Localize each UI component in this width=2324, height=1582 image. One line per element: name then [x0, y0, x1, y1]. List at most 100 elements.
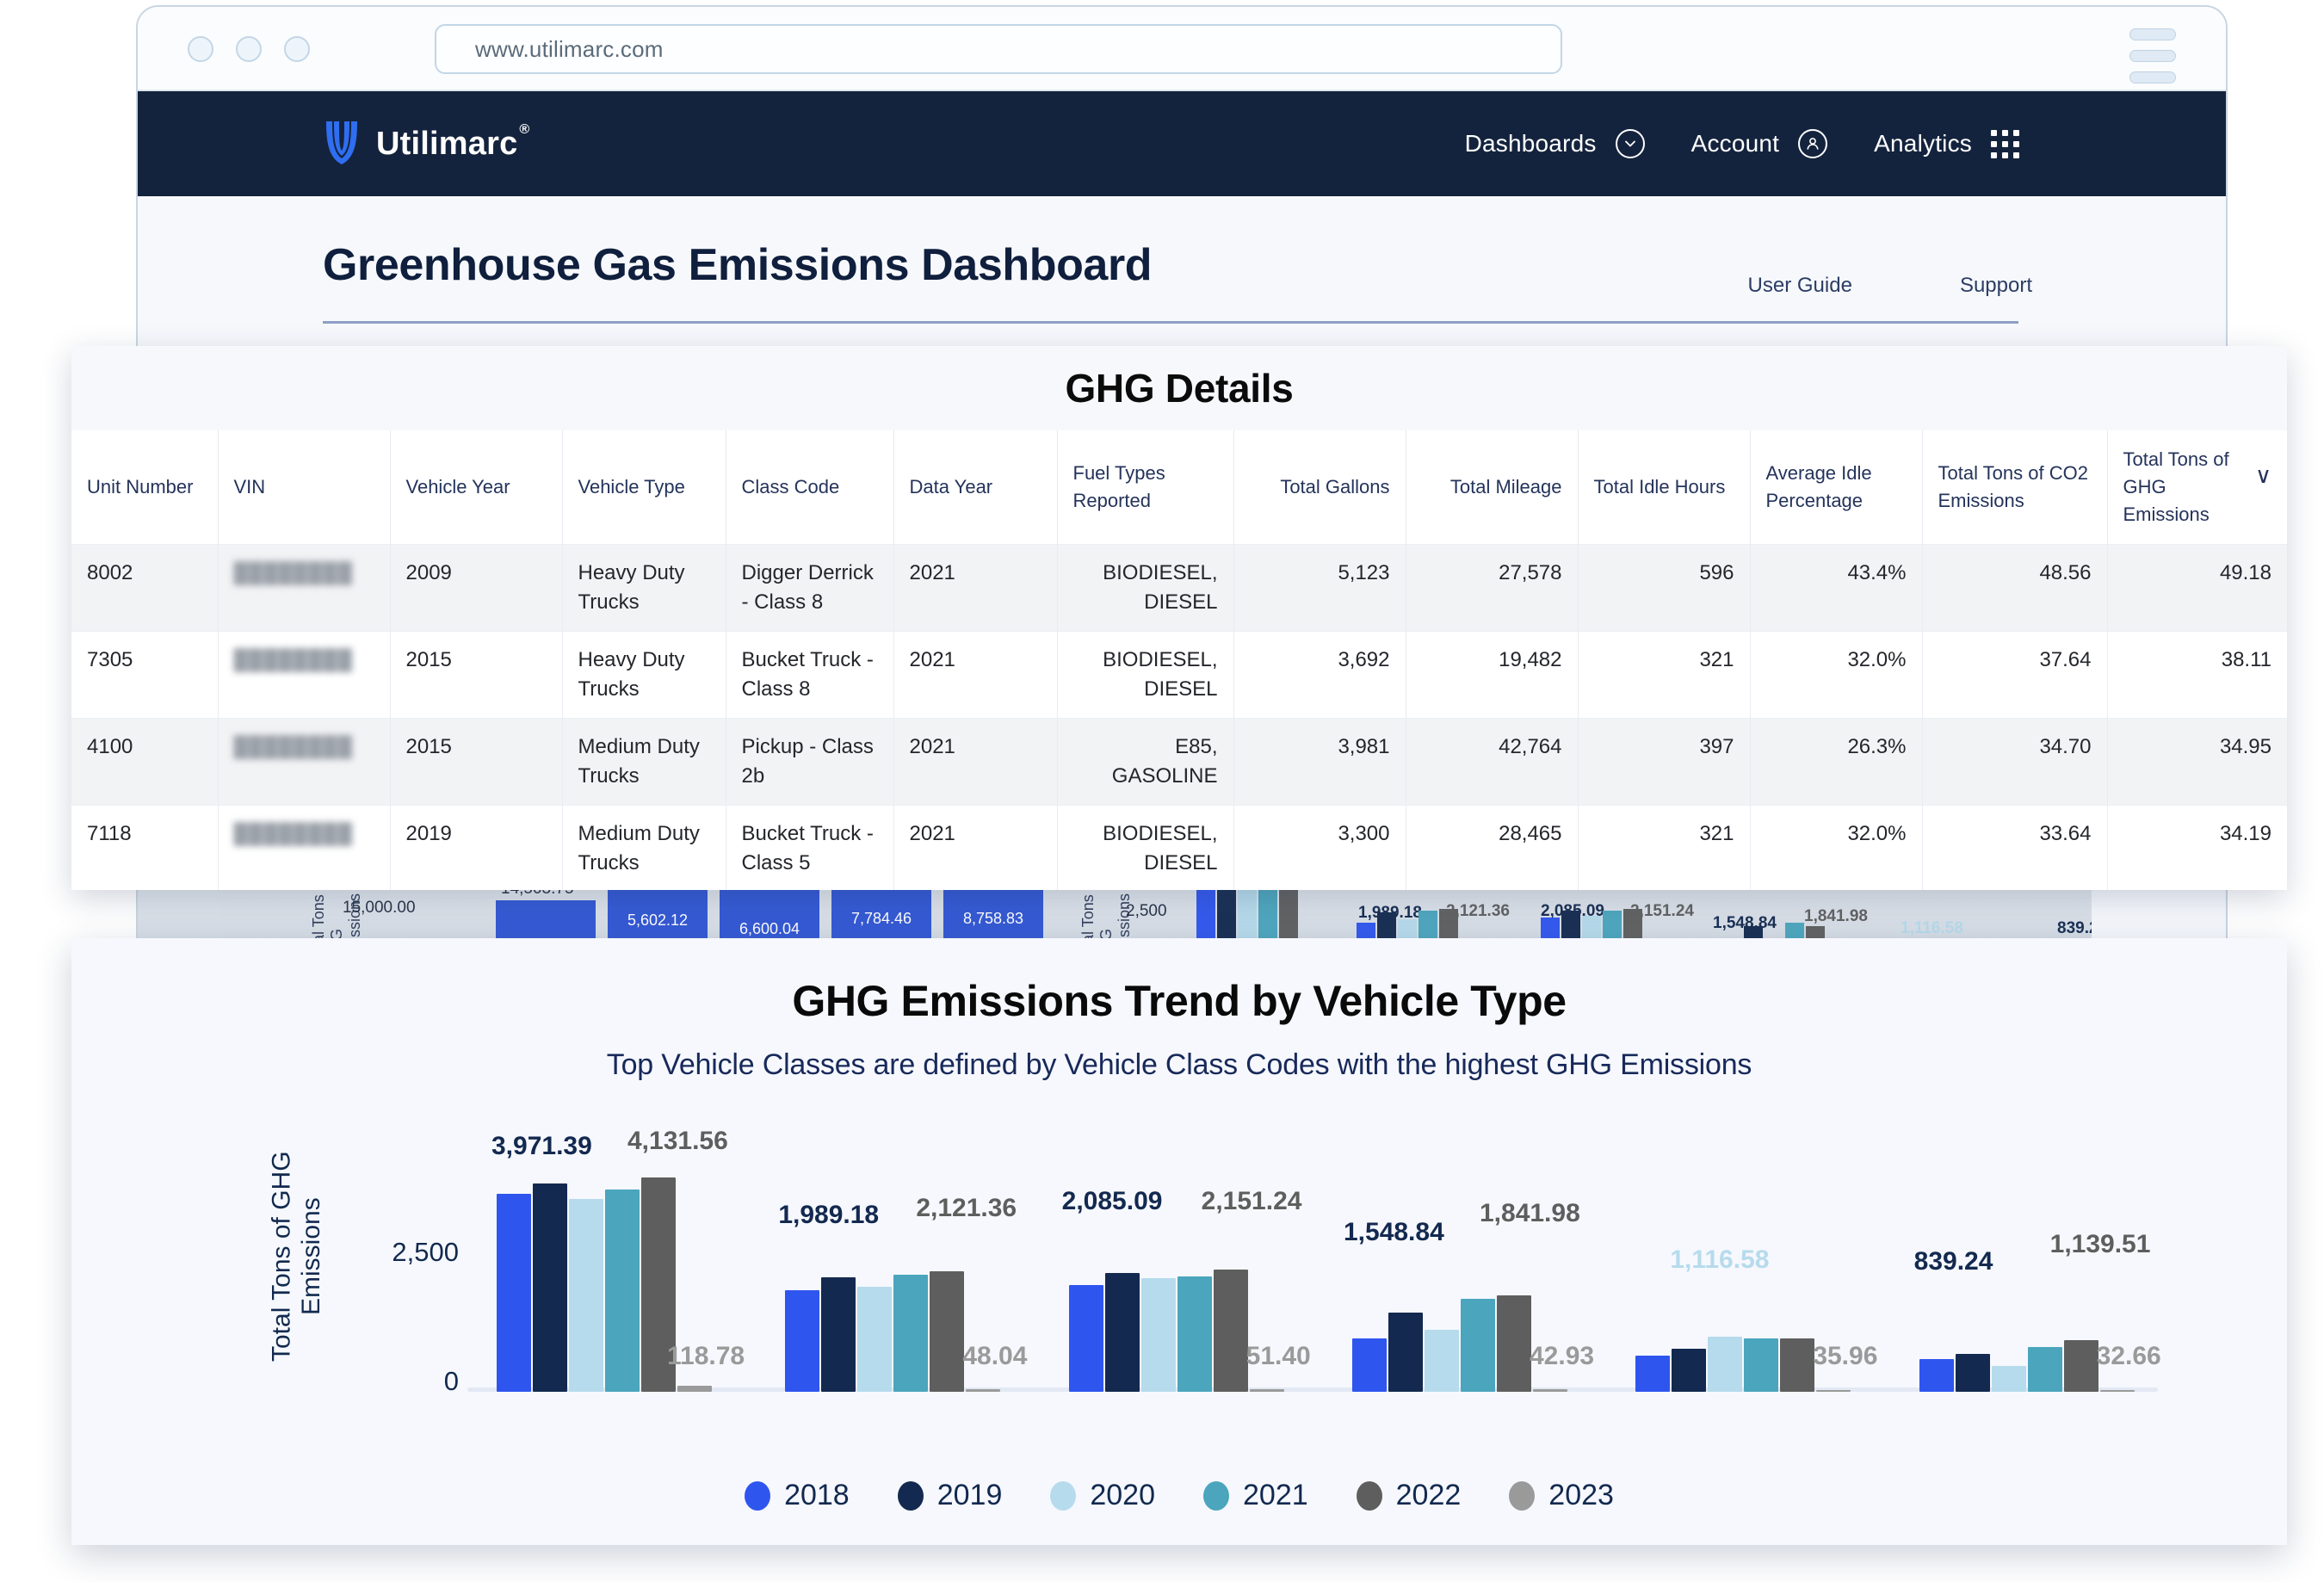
nav-item-dashboards[interactable]: Dashboards [1465, 129, 1645, 158]
legend-swatch-2022 [1356, 1480, 1382, 1511]
minimize-window-button[interactable] [236, 36, 262, 62]
cell-co2-tons: 33.64 [1922, 805, 2108, 890]
chevron-down-icon[interactable]: ∨ [2255, 460, 2271, 492]
background-bar-4-value: 7,784.46 [850, 910, 912, 927]
bar-g4-2018 [1351, 1338, 1387, 1392]
bar-g3-2019 [1104, 1273, 1140, 1392]
trend-chart-title: GHG Emissions Trend by Vehicle Type [792, 977, 1567, 1025]
browser-chrome: www.utilimarc.com [138, 7, 2226, 91]
bar-g6-2022 [2063, 1340, 2098, 1392]
column-header-total-tons-ghg-emissions[interactable]: Total Tons of GHG Emissions ∨ [2107, 430, 2287, 545]
column-header-total-idle-hours[interactable]: Total Idle Hours [1578, 430, 1751, 545]
ghg-details-body: 8002 ████████ 2009 Heavy Duty Trucks Dig… [71, 543, 2287, 890]
legend-item-2023[interactable]: 2023 [1509, 1479, 1614, 1512]
data-label-g6-2022: 1,139.51 [2049, 1230, 2151, 1258]
cell-total-idle-hours: 596 [1578, 543, 1751, 632]
bar-g4-2020 [1424, 1330, 1459, 1392]
brand-logo[interactable]: Utilimarc ® [323, 120, 529, 168]
hamburger-icon[interactable] [2129, 28, 2176, 83]
legend-item-2022[interactable]: 2022 [1356, 1479, 1461, 1512]
column-header-total-gallons[interactable]: Total Gallons [1233, 430, 1406, 545]
cell-total-gallons: 3,981 [1233, 717, 1406, 806]
cell-vehicle-year: 2009 [390, 543, 563, 632]
table-row[interactable]: 8002 ████████ 2009 Heavy Duty Trucks Dig… [71, 543, 2287, 632]
cell-average-idle-percentage: 43.4% [1750, 543, 1923, 632]
bar-g2-2019 [821, 1277, 856, 1392]
legend-item-2018[interactable]: 2018 [745, 1479, 850, 1512]
bar-g1-2018 [497, 1194, 531, 1392]
data-label-g5-2020: 1,116.58 [1670, 1245, 1770, 1274]
maximize-window-button[interactable] [284, 36, 310, 62]
column-header-average-idle-percentage[interactable]: Average Idle Percentage [1750, 430, 1923, 545]
cell-total-idle-hours: 321 [1578, 805, 1751, 890]
legend-item-2020[interactable]: 2020 [1050, 1479, 1155, 1512]
bar-group-1: 3,971.39 4,131.56 118.78 [491, 1108, 745, 1392]
bar-g6-2020 [1991, 1366, 2026, 1392]
bar-g2-2023 [966, 1389, 1001, 1392]
cell-ghg-tons: 49.18 [2107, 543, 2287, 632]
nav-item-account[interactable]: Account [1691, 129, 1828, 158]
address-bar[interactable]: www.utilimarc.com [435, 24, 1562, 74]
nav-item-analytics[interactable]: Analytics [1874, 129, 2019, 158]
data-label-g5-2023: 35.96 [1813, 1342, 1878, 1370]
legend-label-2023: 2023 [1548, 1479, 1614, 1511]
cell-unit-number: 8002 [71, 543, 219, 632]
column-header-total-mileage[interactable]: Total Mileage [1406, 430, 1579, 545]
column-header-unit-number[interactable]: Unit Number [71, 430, 219, 545]
column-header-vin[interactable]: VIN [218, 430, 391, 545]
table-row[interactable]: 7305 ████████ 2015 Heavy Duty Trucks Buc… [71, 630, 2287, 719]
ghg-details-title: GHG Details [1065, 366, 1294, 411]
ghg-details-header: GHG Details [71, 346, 2287, 430]
cell-vin: ████████ [218, 717, 391, 806]
support-link[interactable]: Support [1960, 274, 2032, 298]
ghg-details-header-row: Unit Number VIN Vehicle Year Vehicle Typ… [71, 430, 2287, 545]
cell-average-idle-percentage: 32.0% [1750, 630, 1923, 719]
nav-item-account-label: Account [1690, 130, 1780, 157]
table-row[interactable]: 4100 ████████ 2015 Medium Duty Trucks Pi… [71, 717, 2287, 806]
legend-item-2021[interactable]: 2021 [1203, 1479, 1308, 1512]
column-header-class-code[interactable]: Class Code [726, 430, 894, 545]
table-row[interactable]: 7118 ████████ 2019 Medium Duty Trucks Bu… [71, 805, 2287, 890]
legend-swatch-2020 [1050, 1480, 1077, 1511]
y-tick-0: 0 [443, 1366, 459, 1396]
cell-average-idle-percentage: 26.3% [1750, 717, 1923, 806]
close-window-button[interactable] [188, 36, 213, 62]
nav-item-analytics-label: Analytics [1874, 130, 1972, 157]
cell-total-gallons: 5,123 [1233, 543, 1406, 632]
grid-apps-icon [1991, 129, 2019, 158]
legend-item-2019[interactable]: 2019 [897, 1479, 1003, 1512]
background-bar-2-value: 5,602.12 [627, 912, 689, 929]
legend-label-2020: 2020 [1090, 1479, 1155, 1511]
nav-item-dashboards-label: Dashboards [1464, 130, 1597, 157]
legend-swatch-2021 [1203, 1480, 1229, 1511]
cell-class-code: Digger Derrick - Class 8 [726, 543, 894, 632]
user-guide-link[interactable]: User Guide [1748, 274, 1852, 298]
column-header-vehicle-year[interactable]: Vehicle Year [390, 430, 563, 545]
ghg-details-panel: GHG Details Unit Number VIN Vehicle Year… [71, 346, 2287, 890]
column-header-data-year[interactable]: Data Year [893, 430, 1058, 545]
cell-fuel-types: BIODIESEL, DIESEL [1057, 805, 1234, 890]
legend-swatch-2018 [745, 1480, 771, 1511]
data-label-g3-2018: 2,085.09 [1061, 1187, 1163, 1215]
cell-vin: ████████ [218, 630, 391, 719]
legend-label-2019: 2019 [936, 1479, 1003, 1511]
bg-label-g6-2019: 839.24 [2057, 919, 2092, 937]
column-header-vehicle-type[interactable]: Vehicle Type [562, 430, 726, 545]
bar-g5-2019 [1672, 1349, 1707, 1392]
cell-unit-number: 7305 [71, 630, 219, 719]
brand-name: Utilimarc ® [376, 122, 529, 163]
user-circle-icon [1798, 129, 1828, 158]
bar-g3-2023 [1249, 1389, 1284, 1392]
bar-g3-2021 [1177, 1276, 1212, 1392]
bar-g6-2021 [2027, 1347, 2062, 1392]
bar-g4-2023 [1532, 1389, 1567, 1392]
background-chart-ytick: 15,000.00 [343, 899, 416, 917]
cell-vin: ████████ [218, 543, 391, 632]
column-header-total-tons-co2-emissions[interactable]: Total Tons of CO2 Emissions [1922, 430, 2108, 545]
data-label-g4-2023: 42.93 [1529, 1342, 1595, 1370]
bar-g5-2021 [1744, 1338, 1779, 1392]
column-header-fuel-types-reported[interactable]: Fuel Types Reported [1057, 430, 1234, 545]
y-axis-label: Total Tons of GHG Emissions [267, 1151, 326, 1363]
bar-g3-2018 [1068, 1285, 1103, 1392]
bar-g4-2021 [1460, 1299, 1495, 1392]
